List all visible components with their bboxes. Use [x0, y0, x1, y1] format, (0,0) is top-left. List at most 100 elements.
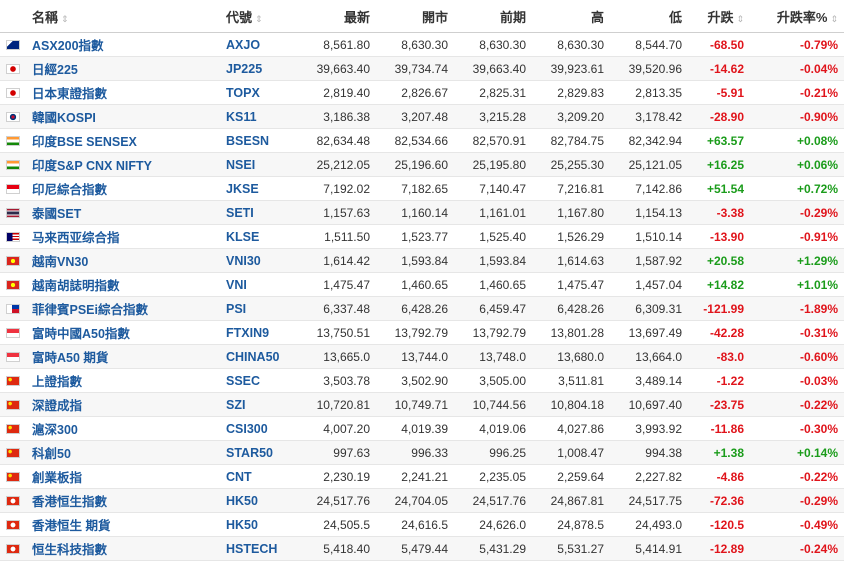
table-row[interactable]: 印度BSE SENSEX BSESN 82,634.48 82,534.66 82,57… — [0, 128, 844, 153]
flag-cell — [0, 320, 26, 345]
symbol-column-header[interactable]: 代號 ⇕ — [220, 0, 298, 33]
symbol-link[interactable]: FTXIN9 — [226, 326, 269, 340]
symbol-link[interactable]: HK50 — [226, 494, 258, 508]
index-name-link[interactable]: 日本東證指數 — [32, 87, 107, 101]
index-name-link[interactable]: 科創50 — [32, 447, 71, 461]
symbol-link[interactable]: AXJO — [226, 38, 260, 52]
index-name-link[interactable]: 印尼綜合指數 — [32, 183, 107, 197]
index-name-link[interactable]: 印度BSE SENSEX — [32, 135, 137, 149]
table-row[interactable]: 上證指數 SSEC 3,503.78 3,502.90 3,505.00 3,511.81… — [0, 368, 844, 393]
table-row[interactable]: 香港恒生 期貨 HK50 24,505.5 24,616.5 24,626.0 24,87… — [0, 512, 844, 537]
symbol-link[interactable]: SETI — [226, 206, 254, 220]
index-name-link[interactable]: 韓國KOSPI — [32, 111, 96, 125]
table-row[interactable]: 科創50 STAR50 997.63 996.33 996.25 1,008.47 994.… — [0, 440, 844, 465]
index-name-link[interactable]: 富時A50 期貨 — [32, 351, 108, 365]
table-row[interactable]: 日本東證指數 TOPX 2,819.40 2,826.67 2,825.31 2,829.… — [0, 80, 844, 105]
table-row[interactable]: 菲律賓PSEi綜合指數 PSI 6,337.48 6,428.26 6,459.47 6,… — [0, 296, 844, 321]
high-value: 2,259.64 — [532, 464, 610, 489]
table-row[interactable]: 富時A50 期貨 CHINA50 13,665.0 13,744.0 13,748.0 1… — [0, 344, 844, 369]
symbol-link[interactable]: KLSE — [226, 230, 259, 244]
symbol-link[interactable]: VNI30 — [226, 254, 261, 268]
change-pct-value: -0.29% — [750, 488, 844, 513]
index-name-cell: 韓國KOSPI — [26, 104, 220, 129]
index-name-cell: 马来西亚综合指 — [26, 224, 220, 249]
table-row[interactable]: 創業板指 CNT 2,230.19 2,241.21 2,235.05 2,259.64 2… — [0, 464, 844, 489]
symbol-link[interactable]: NSEI — [226, 158, 255, 172]
index-name-link[interactable]: 泰國SET — [32, 207, 81, 221]
index-name-link[interactable]: ASX200指數 — [32, 39, 104, 53]
last-value: 1,157.63 — [298, 200, 376, 225]
index-name-cell: 日經225 — [26, 56, 220, 81]
symbol-link[interactable]: JP225 — [226, 62, 262, 76]
table-row[interactable]: 印尼綜合指數 JKSE 7,192.02 7,182.65 7,140.47 7,216.… — [0, 176, 844, 201]
high-value: 25,255.30 — [532, 152, 610, 177]
sort-icon[interactable]: ⇕ — [61, 14, 69, 24]
symbol-link[interactable]: HSTECH — [226, 542, 277, 556]
last-value: 24,505.5 — [298, 512, 376, 537]
change-pct-value: +0.72% — [750, 176, 844, 201]
table-row[interactable]: 深證成指 SZI 10,720.81 10,749.71 10,744.56 10,804… — [0, 392, 844, 417]
index-name-link[interactable]: 菲律賓PSEi綜合指數 — [32, 303, 148, 317]
table-row[interactable]: ASX200指數 AXJO 8,561.80 8,630.30 8,630.30 8,63… — [0, 32, 844, 57]
symbol-link[interactable]: BSESN — [226, 134, 269, 148]
change-pct-column-header[interactable]: 升跌率% ⇕ — [750, 0, 844, 33]
open-value: 6,428.26 — [376, 296, 454, 321]
index-name-link[interactable]: 香港恒生 期貨 — [32, 519, 110, 533]
table-row[interactable]: 印度S&P CNX NIFTY NSEI 25,212.05 25,196.60 25,… — [0, 152, 844, 177]
high-value: 4,027.86 — [532, 416, 610, 441]
symbol-link[interactable]: STAR50 — [226, 446, 273, 460]
table-row[interactable]: 马来西亚综合指 KLSE 1,511.50 1,523.77 1,525.40 1,526… — [0, 224, 844, 249]
high-value: 5,531.27 — [532, 536, 610, 561]
symbol-cell: TOPX — [220, 80, 298, 105]
symbol-link[interactable]: JKSE — [226, 182, 259, 196]
index-name-link[interactable]: 马来西亚综合指 — [32, 231, 120, 245]
change-pct-value: -1.89% — [750, 296, 844, 321]
name-column-header[interactable]: 名稱 ⇕ — [26, 0, 220, 33]
symbol-link[interactable]: VNI — [226, 278, 247, 292]
index-name-link[interactable]: 越南胡誌明指數 — [32, 279, 120, 293]
symbol-cell: PSI — [220, 296, 298, 321]
sort-icon[interactable]: ⇕ — [736, 14, 744, 24]
symbol-link[interactable]: CNT — [226, 470, 252, 484]
table-row[interactable]: 越南VN30 VNI30 1,614.42 1,593.84 1,593.84 1,614… — [0, 248, 844, 273]
index-name-link[interactable]: 滬深300 — [32, 423, 78, 437]
index-name-link[interactable]: 恒生科技指數 — [32, 543, 107, 557]
table-row[interactable]: 日經225 JP225 39,663.40 39,734.74 39,663.40 39,… — [0, 56, 844, 81]
symbol-link[interactable]: SSEC — [226, 374, 260, 388]
table-row[interactable]: 泰國SET SETI 1,157.63 1,160.14 1,161.01 1,167.8… — [0, 200, 844, 225]
change-pct-value: -0.60% — [750, 344, 844, 369]
high-value: 13,801.28 — [532, 320, 610, 345]
change-pct-value: -0.22% — [750, 464, 844, 489]
index-name-link[interactable]: 上證指數 — [32, 375, 82, 389]
header-row: 名稱 ⇕ 代號 ⇕ 最新 開市 前期 高 低 升跌 ⇕ 升跌率% ⇕ — [0, 0, 844, 33]
index-name-link[interactable]: 越南VN30 — [32, 255, 88, 269]
symbol-link[interactable]: CHINA50 — [226, 350, 280, 364]
index-name-link[interactable]: 深證成指 — [32, 399, 82, 413]
index-name-link[interactable]: 創業板指 — [32, 471, 82, 485]
table-row[interactable]: 香港恒生指數 HK50 24,517.76 24,704.05 24,517.76 24,… — [0, 488, 844, 513]
last-value: 1,475.47 — [298, 272, 376, 297]
symbol-link[interactable]: SZI — [226, 398, 245, 412]
index-name-link[interactable]: 富時中國A50指數 — [32, 327, 130, 341]
table-row[interactable]: 滬深300 CSI300 4,007.20 4,019.39 4,019.06 4,027… — [0, 416, 844, 441]
table-row[interactable]: 越南胡誌明指數 VNI 1,475.47 1,460.65 1,460.65 1,475.… — [0, 272, 844, 297]
cn-flag-icon — [6, 424, 20, 435]
index-name-link[interactable]: 印度S&P CNX NIFTY — [32, 159, 152, 173]
symbol-link[interactable]: HK50 — [226, 518, 258, 532]
sort-icon[interactable]: ⇕ — [255, 14, 263, 24]
flag-cell — [0, 128, 26, 153]
symbol-link[interactable]: TOPX — [226, 86, 260, 100]
symbol-link[interactable]: CSI300 — [226, 422, 268, 436]
change-column-header[interactable]: 升跌 ⇕ — [688, 0, 750, 33]
index-name-link[interactable]: 日經225 — [32, 63, 78, 77]
prev-value: 2,825.31 — [454, 80, 532, 105]
index-name-cell: 印度S&P CNX NIFTY — [26, 152, 220, 177]
symbol-link[interactable]: KS11 — [226, 110, 257, 124]
table-row[interactable]: 恒生科技指數 HSTECH 5,418.40 5,479.44 5,431.29 5,53… — [0, 536, 844, 561]
table-row[interactable]: 富時中國A50指數 FTXIN9 13,750.51 13,792.79 13,792.… — [0, 320, 844, 345]
symbol-link[interactable]: PSI — [226, 302, 246, 316]
change-value: -12.89 — [688, 536, 750, 561]
sort-icon[interactable]: ⇕ — [830, 14, 838, 24]
index-name-link[interactable]: 香港恒生指數 — [32, 495, 107, 509]
table-row[interactable]: 韓國KOSPI KS11 3,186.38 3,207.48 3,215.28 3,209… — [0, 104, 844, 129]
